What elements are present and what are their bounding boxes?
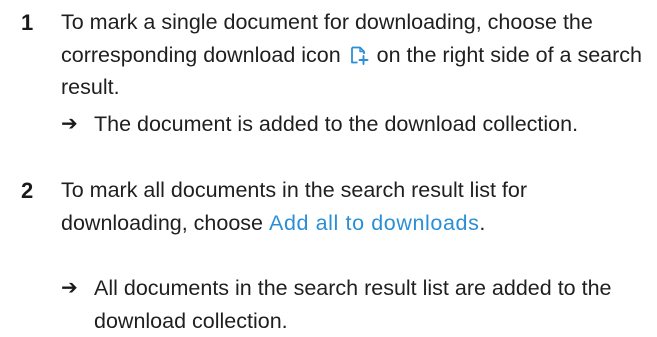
result-arrow-icon: ➔ [61,113,78,135]
step-result: ➔ All documents in the search result lis… [61,272,651,337]
step-instruction: To mark a single document for downloadin… [61,6,651,104]
instruction-document: 1 To mark a single document for download… [0,0,657,333]
step-text: . [479,210,486,235]
step-instruction: To mark all documents in the search resu… [61,174,651,239]
step-number: 1 [21,10,34,35]
step-number: 2 [21,178,34,203]
result-arrow-icon: ➔ [61,277,78,299]
document-download-icon[interactable] [349,42,369,65]
result-text: All documents in the search result list … [94,276,612,333]
add-all-to-downloads-link[interactable]: Add all to downloads [269,211,479,235]
step-result: ➔ The document is added to the download … [61,108,651,141]
result-text: The document is added to the download co… [94,112,579,136]
